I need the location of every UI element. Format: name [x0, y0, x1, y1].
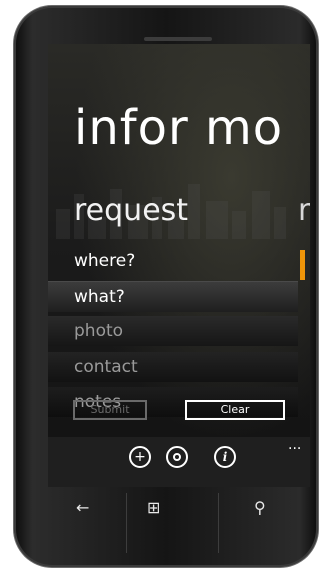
settings-button[interactable]: [166, 446, 188, 468]
back-arrow-icon[interactable]: ←: [76, 498, 89, 517]
field-label: what?: [74, 287, 125, 307]
info-icon: i: [222, 450, 228, 464]
section-title-request[interactable]: request: [74, 196, 188, 226]
windows-start-icon[interactable]: ⊞: [147, 498, 160, 517]
accent-bar: [300, 250, 305, 280]
more-options-ellipsis[interactable]: ...: [288, 437, 301, 453]
field-photo[interactable]: photo: [48, 316, 298, 346]
application-bar: + i ...: [48, 437, 310, 487]
phone-frame: infor mo request r I where? what? photo …: [14, 6, 318, 567]
panorama-title: infor mo: [74, 100, 284, 156]
app-screen: infor mo request r I where? what? photo …: [48, 44, 310, 487]
hardware-divider: [218, 493, 219, 553]
settings-icon: [173, 453, 181, 461]
hardware-divider: [126, 493, 127, 553]
field-contact[interactable]: contact: [48, 352, 298, 382]
search-icon[interactable]: ⚲: [254, 498, 266, 517]
field-label: contact: [74, 357, 138, 377]
field-where[interactable]: where?: [48, 246, 298, 276]
add-button[interactable]: +: [129, 446, 151, 468]
field-what[interactable]: what?: [48, 281, 298, 312]
field-label: photo: [74, 321, 124, 341]
submit-button[interactable]: Submit: [73, 400, 147, 420]
field-label: where?: [74, 251, 136, 271]
info-button[interactable]: i: [214, 446, 236, 468]
earpiece-speaker: [144, 37, 212, 41]
clear-button[interactable]: Clear: [185, 400, 285, 420]
next-section-peek[interactable]: r: [298, 196, 310, 226]
add-icon: +: [134, 449, 146, 465]
